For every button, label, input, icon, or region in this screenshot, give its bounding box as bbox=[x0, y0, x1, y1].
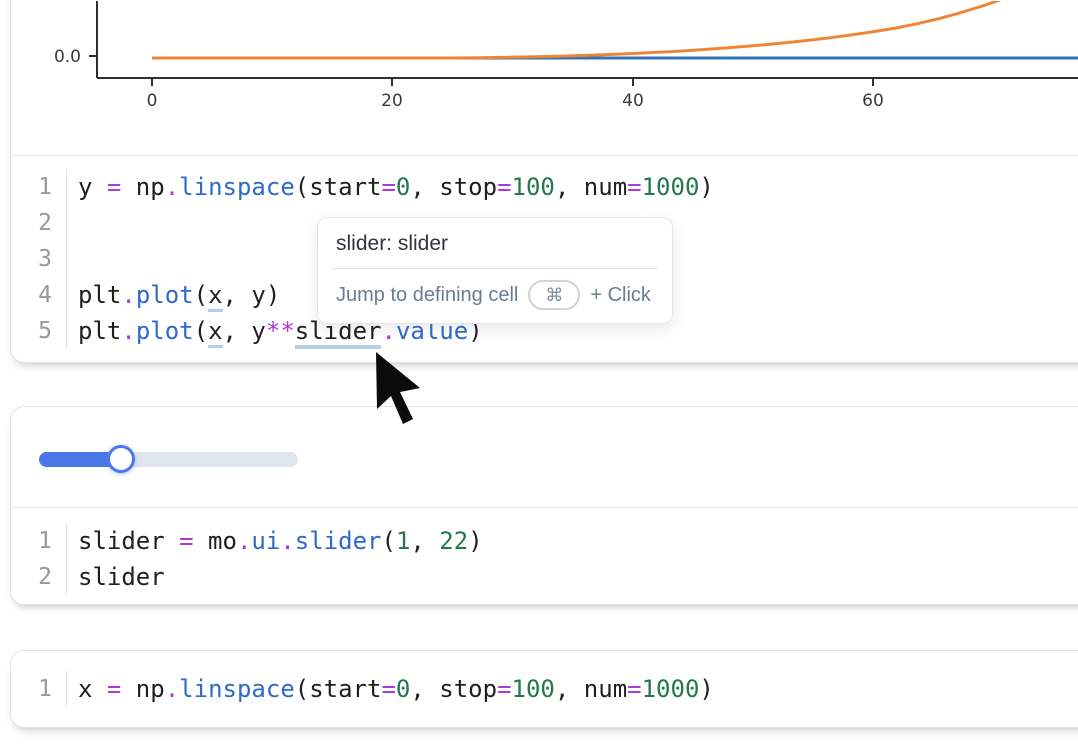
notebook-cell-x: 1x = np.linspace(start=0, stop=100, num=… bbox=[10, 650, 1078, 728]
line-number: 1 bbox=[11, 169, 67, 205]
line-chart: 0.0 0 20 40 60 bbox=[11, 1, 1078, 155]
line-number: 1 bbox=[11, 523, 67, 559]
code-text: y = np.linspace(start=0, stop=100, num=1… bbox=[67, 169, 714, 205]
code-text: slider = mo.ui.slider(1, 22) bbox=[67, 523, 483, 559]
slider-thumb[interactable] bbox=[107, 445, 135, 473]
slider-track[interactable] bbox=[39, 452, 298, 467]
jump-to-defining-cell[interactable]: Jump to defining cell bbox=[336, 284, 518, 307]
line-number: 3 bbox=[11, 241, 67, 277]
slider-output bbox=[11, 407, 1078, 507]
notebook-cell-slider: 1slider = mo.ui.slider(1, 22)2slider bbox=[10, 406, 1078, 605]
code-editor[interactable]: 1slider = mo.ui.slider(1, 22)2slider bbox=[11, 508, 1078, 595]
tooltip-title: slider: slider bbox=[318, 218, 672, 268]
y-tick-label: 0.0 bbox=[54, 47, 81, 67]
code-text: x = np.linspace(start=0, stop=100, num=1… bbox=[67, 671, 714, 707]
code-line[interactable]: 1y = np.linspace(start=0, stop=100, num=… bbox=[11, 169, 1078, 205]
x-tick-label: 40 bbox=[622, 91, 644, 111]
line-number: 2 bbox=[11, 559, 67, 595]
series-orange-line bbox=[152, 1, 1051, 58]
code-line[interactable]: 1x = np.linspace(start=0, stop=100, num=… bbox=[11, 671, 1078, 707]
code-line[interactable]: 2slider bbox=[11, 559, 1078, 595]
code-editor[interactable]: 1x = np.linspace(start=0, stop=100, num=… bbox=[11, 651, 1078, 707]
x-tick-label: 0 bbox=[147, 91, 158, 111]
code-line[interactable]: 1slider = mo.ui.slider(1, 22) bbox=[11, 523, 1078, 559]
line-number: 2 bbox=[11, 205, 67, 241]
line-number: 5 bbox=[11, 313, 67, 349]
line-number: 4 bbox=[11, 277, 67, 313]
tooltip-click-hint: + Click bbox=[590, 284, 651, 307]
code-text: plt.plot(x, y) bbox=[67, 277, 280, 313]
command-key-badge: ⌘ bbox=[528, 280, 580, 310]
code-text: slider bbox=[67, 559, 165, 595]
variable-tooltip: slider: slider Jump to defining cell ⌘ +… bbox=[317, 217, 673, 324]
notebook: 0.0 0 20 40 60 1y = np.linspace(start=0,… bbox=[0, 0, 1078, 746]
x-tick-label: 60 bbox=[862, 91, 884, 111]
x-tick-label: 20 bbox=[381, 91, 403, 111]
line-number: 1 bbox=[11, 671, 67, 707]
matplotlib-output: 0.0 0 20 40 60 bbox=[11, 0, 1078, 155]
